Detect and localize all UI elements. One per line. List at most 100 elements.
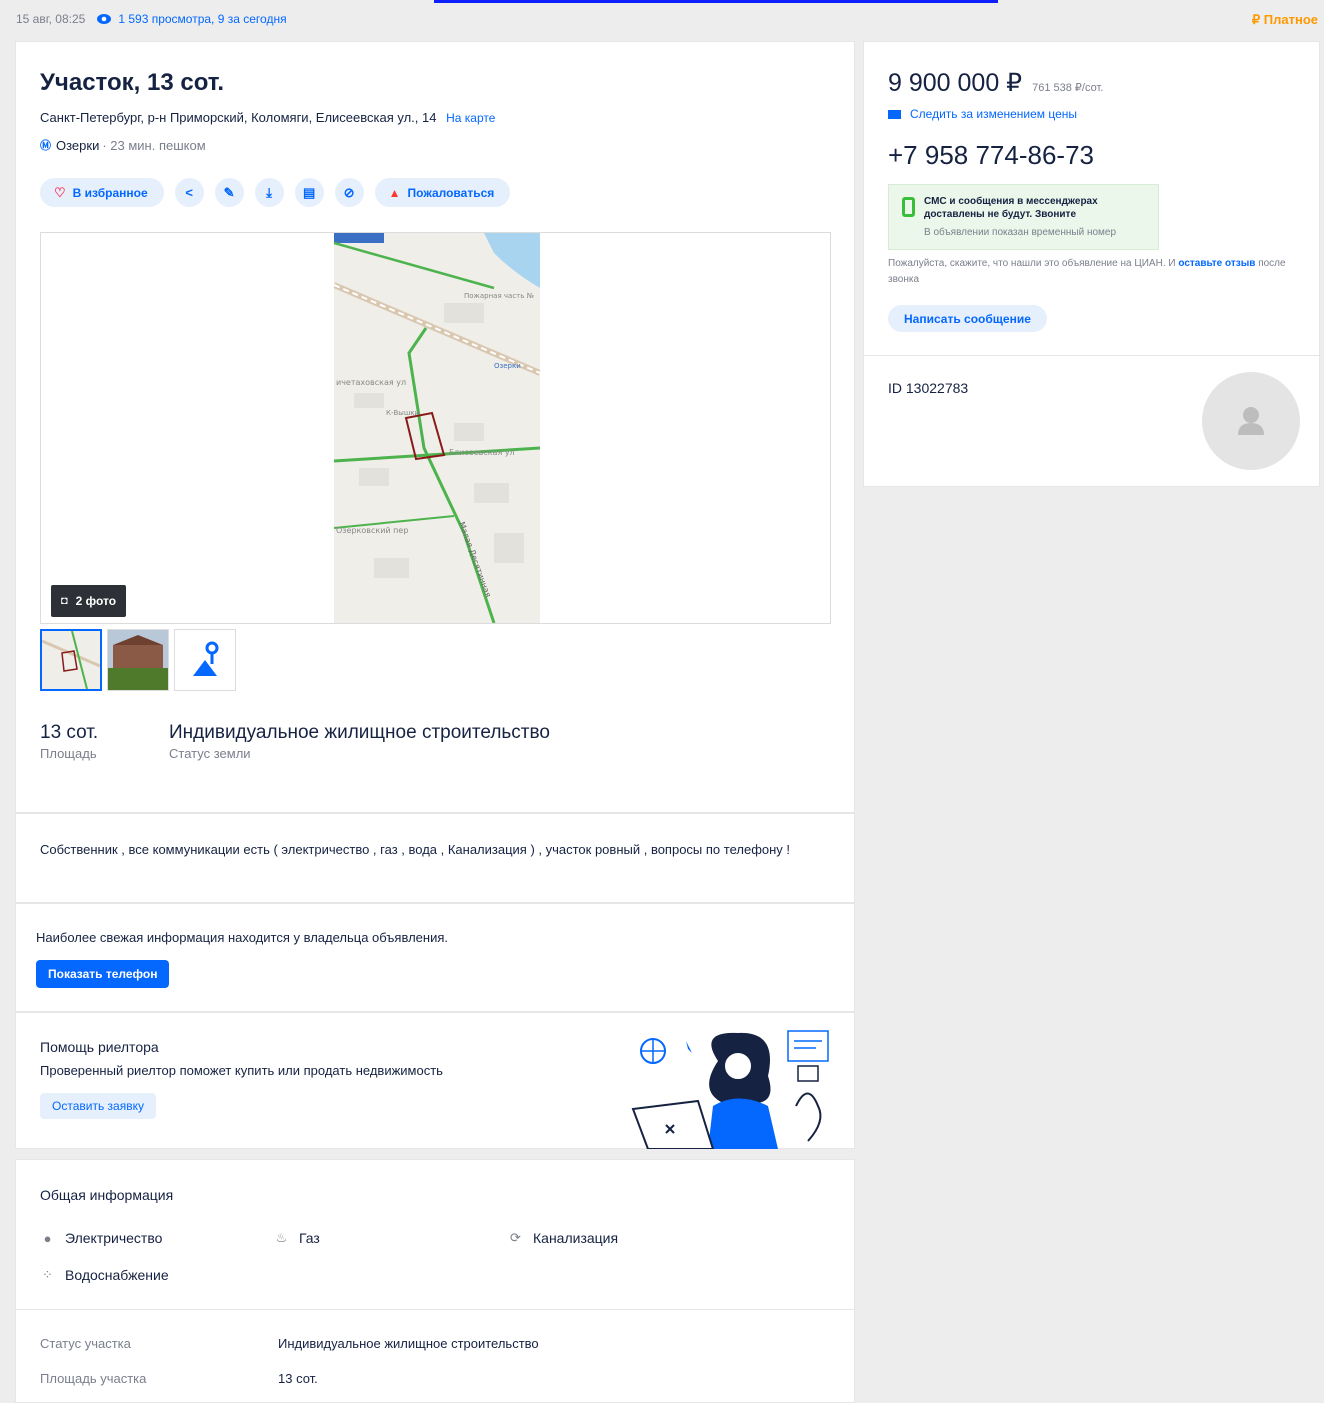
map-label: Озерки xyxy=(494,362,521,370)
house-photo-thumb xyxy=(108,630,168,690)
price-sidebar: 9 900 000 ₽ 761 538 ₽/сот. Следить за из… xyxy=(863,41,1320,487)
metro-icon: Ⓜ xyxy=(40,140,51,152)
show-phone-button[interactable]: Показать телефон xyxy=(36,960,170,988)
thumbnail-map[interactable] xyxy=(40,629,102,691)
phone-icon xyxy=(902,197,915,217)
photo-count-badge[interactable]: ◘ 2 фото xyxy=(51,585,127,617)
fact-label: Площадь xyxy=(40,746,97,761)
section-divider xyxy=(16,1309,854,1310)
feedback-note-text: Пожалуйста, скажите, что нашли это объяв… xyxy=(888,258,1176,269)
feedback-note: Пожалуйста, скажите, что нашли это объяв… xyxy=(888,256,1298,288)
action-bar: ♡ В избранное < ✎ ⤓ ▤ ⊘ ▲ Пожаловаться xyxy=(40,178,511,207)
realtor-illustration xyxy=(631,1030,829,1149)
top-accent-line xyxy=(434,0,998,3)
leave-review-link[interactable]: оставьте отзыв xyxy=(1178,258,1255,269)
metro-station[interactable]: Озерки xyxy=(56,138,99,153)
address-text: Санкт-Петербург, р-н Приморский, Коломяг… xyxy=(40,110,437,125)
map-image: Пожарная часть № Озерки ичетаховская ул … xyxy=(334,233,540,623)
thumbnail-strip xyxy=(40,629,241,691)
pencil-icon: ✎ xyxy=(223,184,235,200)
feature-label: Водоснабжение xyxy=(65,1267,169,1283)
key-facts: 13 сот. Площадь Индивидуальное жилищное … xyxy=(40,722,550,761)
favorite-label: В избранное xyxy=(72,185,148,200)
eye-icon xyxy=(97,14,112,24)
on-map-link[interactable]: На карте xyxy=(446,111,495,125)
download-button[interactable]: ⤓ xyxy=(254,178,284,207)
sms-warning: СМС и сообщения в мессенджерах доставлен… xyxy=(888,184,1159,250)
fact-area: 13 сот. Площадь xyxy=(40,722,169,761)
thumbnail-location[interactable] xyxy=(174,629,236,691)
feature-water: ⁘ Водоснабжение xyxy=(40,1267,169,1283)
camera-icon: ◘ xyxy=(61,595,68,607)
realtor-help-card: Помощь риелтора Проверенный риелтор помо… xyxy=(15,1012,855,1149)
share-icon: < xyxy=(185,185,193,200)
edit-button[interactable]: ✎ xyxy=(214,178,244,207)
map-label: Озерковский пер xyxy=(336,526,408,535)
gas-icon: ♨ xyxy=(275,1230,288,1245)
photo-count-label: 2 фото xyxy=(75,594,117,608)
realtor-heading: Помощь риелтора xyxy=(40,1039,159,1055)
photo-gallery[interactable]: Пожарная часть № Озерки ичетаховская ул … xyxy=(40,232,831,624)
follow-price-link[interactable]: Следить за изменением цены xyxy=(888,107,1077,121)
info-row: Площадь участка 13 сот. xyxy=(40,1371,318,1386)
sms-warning-title: СМС и сообщения в мессенджерах доставлен… xyxy=(924,196,1098,220)
envelope-icon xyxy=(888,109,901,119)
thumbnail-photo[interactable] xyxy=(107,629,169,691)
fact-value: 13 сот. xyxy=(40,722,99,743)
map-label: ичетаховская ул xyxy=(336,378,406,387)
feature-gas: ♨ Газ xyxy=(274,1230,320,1246)
section-divider xyxy=(864,355,1319,356)
publish-date: 15 авг, 08:25 xyxy=(16,12,86,26)
location-pin-icon xyxy=(193,641,219,676)
paid-badge[interactable]: ₽ Платное xyxy=(1252,12,1318,28)
listing-meta: 15 авг, 08:25 1 593 просмотра, 9 за сего… xyxy=(16,12,287,26)
fact-value: Индивидуальное жилищное строительство xyxy=(169,722,550,743)
description-card: Собственник , все коммуникации есть ( эл… xyxy=(15,813,855,903)
price-per-sotka: 761 538 ₽/сот. xyxy=(1032,82,1104,94)
metro-info: Ⓜ Озерки · 23 мин. пешком xyxy=(40,137,206,153)
address: Санкт-Петербург, р-н Приморский, Коломяг… xyxy=(40,110,495,125)
favorite-button[interactable]: ♡ В избранное xyxy=(40,178,164,207)
user-icon xyxy=(1238,407,1264,435)
metro-time: · 23 мин. пешком xyxy=(102,137,206,153)
feature-sewer: ⟳ Канализация xyxy=(508,1230,618,1246)
hide-button[interactable]: ⊘ xyxy=(334,178,364,207)
feature-label: Канализация xyxy=(533,1230,619,1246)
realtor-subtitle: Проверенный риелтор поможет купить или п… xyxy=(40,1063,443,1078)
sms-warning-note: В объявлении показан временный номер xyxy=(924,227,1117,238)
listing-id: ID 13022783 xyxy=(888,380,969,396)
leave-request-button[interactable]: Оставить заявку xyxy=(40,1093,156,1119)
page-title: Участок, 13 сот. xyxy=(40,69,225,96)
phone-number[interactable]: +7 958 774-86-73 xyxy=(888,140,1094,171)
info-key: Статус участка xyxy=(40,1336,131,1351)
map-label: Елисеевская ул xyxy=(449,448,515,457)
general-info-card: Общая информация ● Электричество ♨ Газ ⟳… xyxy=(15,1159,855,1403)
views-link[interactable]: 1 593 просмотра, 9 за сегодня xyxy=(97,12,287,26)
listing-main-card: Участок, 13 сот. Санкт-Петербург, р-н Пр… xyxy=(15,41,855,813)
share-button[interactable]: < xyxy=(174,178,204,207)
feature-label: Газ xyxy=(299,1230,320,1246)
fact-label: Статус земли xyxy=(169,746,251,761)
info-row: Статус участка Индивидуальное жилищное с… xyxy=(40,1336,539,1351)
feature-label: Электричество xyxy=(65,1230,163,1246)
sewer-icon: ⟳ xyxy=(510,1230,521,1245)
price: 9 900 000 ₽ xyxy=(888,69,1023,97)
info-value: 13 сот. xyxy=(278,1371,318,1386)
bulb-icon: ● xyxy=(43,1230,52,1246)
info-key: Площадь участка xyxy=(40,1371,147,1386)
fact-land-status: Индивидуальное жилищное строительство Ст… xyxy=(169,722,550,761)
print-button[interactable]: ▤ xyxy=(294,178,324,207)
complain-button[interactable]: ▲ Пожаловаться xyxy=(374,178,511,207)
price-block: 9 900 000 ₽ 761 538 ₽/сот. xyxy=(888,68,1103,98)
hide-eye-icon: ⊘ xyxy=(343,184,355,200)
owner-info-text: Наиболее свежая информация находится у в… xyxy=(36,930,448,945)
avatar xyxy=(1202,372,1300,470)
write-message-button[interactable]: Написать сообщение xyxy=(888,305,1047,332)
warning-icon: ▲ xyxy=(388,185,401,200)
complain-label: Пожаловаться xyxy=(407,185,495,200)
views-count: 1 593 просмотра, 9 за сегодня xyxy=(118,12,287,26)
follow-label: Следить за изменением цены xyxy=(910,107,1078,121)
general-info-heading: Общая информация xyxy=(40,1187,174,1203)
map-photo: Пожарная часть № Озерки ичетаховская ул … xyxy=(334,233,540,623)
water-icon: ⁘ xyxy=(42,1267,53,1282)
